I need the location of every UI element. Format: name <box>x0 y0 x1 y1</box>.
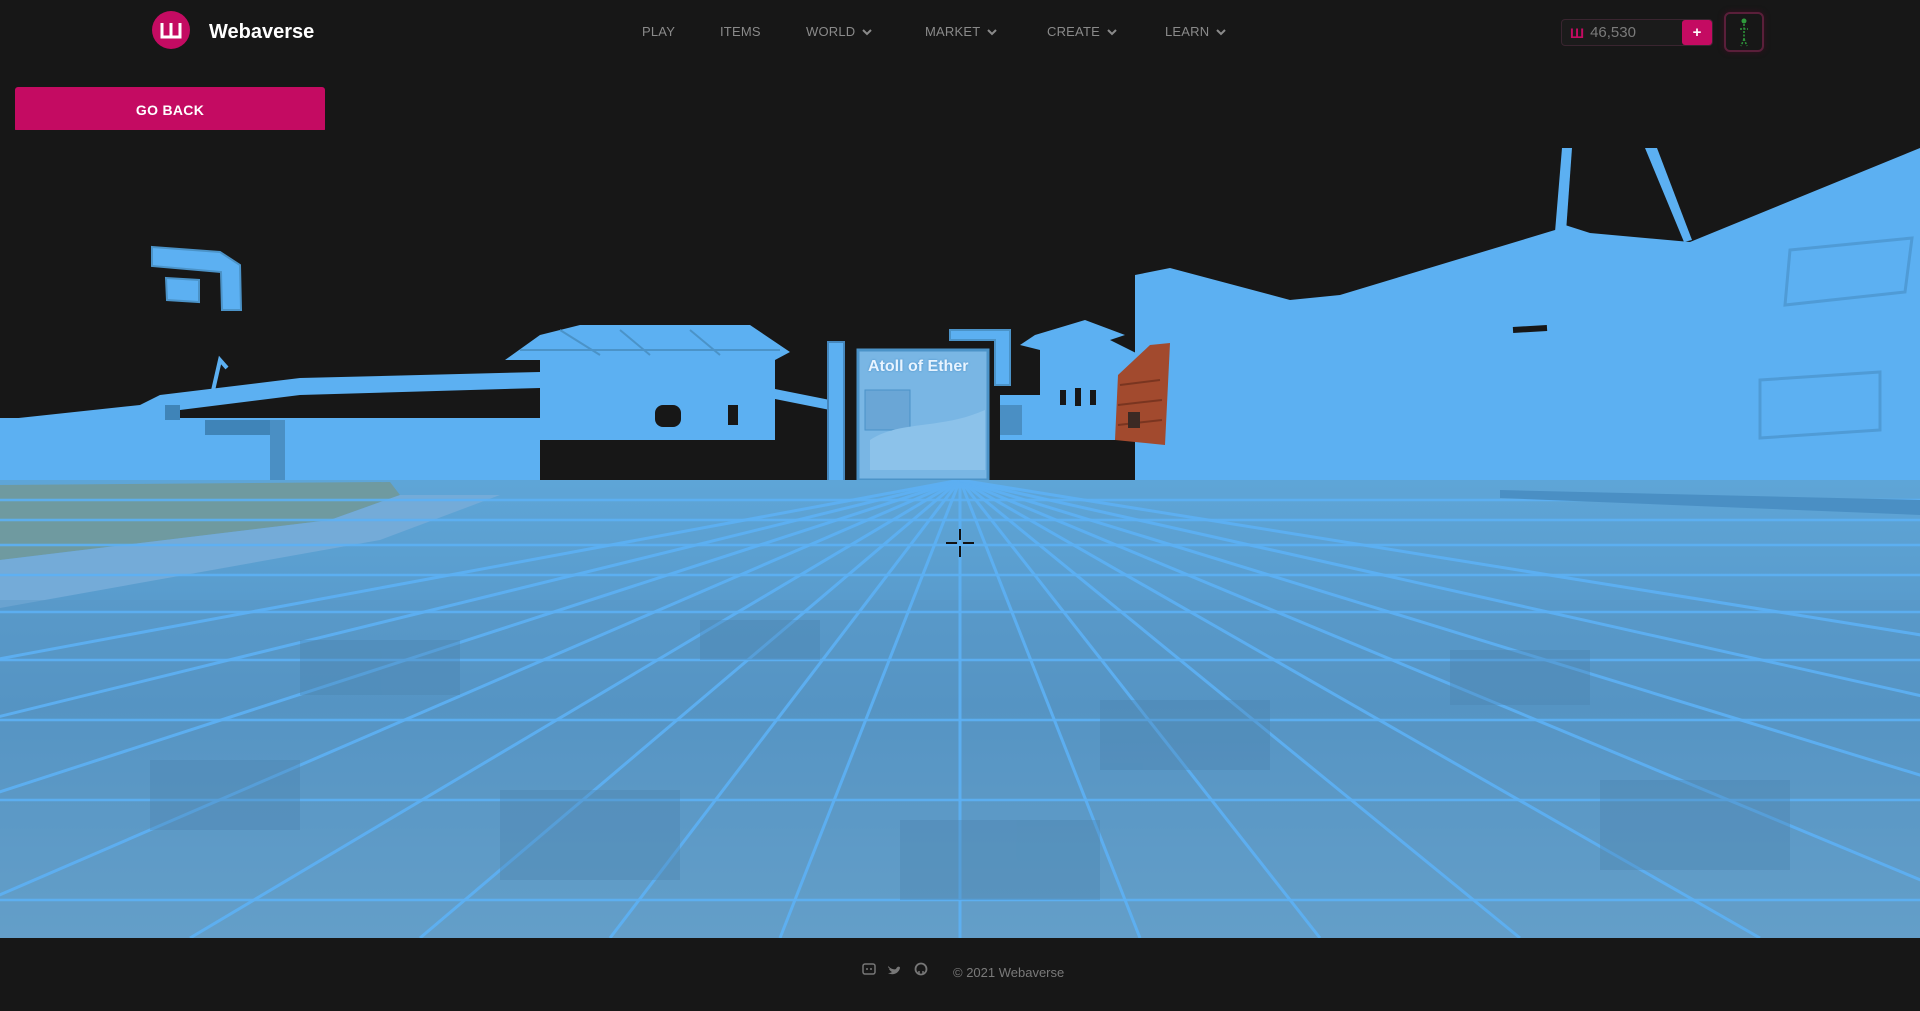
nav-items-label: ITEMS <box>720 24 761 39</box>
nav-play-label: PLAY <box>642 24 676 39</box>
balance-value: 46,530 <box>1590 24 1636 41</box>
chevron-down-icon <box>1107 28 1117 35</box>
chevron-down-icon <box>1216 28 1227 35</box>
nav-world-label: WORLD <box>806 24 856 39</box>
brand-name[interactable]: Webaverse <box>209 21 314 44</box>
scene-viewport[interactable]: Atoll of Ether <box>0 130 1920 938</box>
currency-symbol: Ш <box>1570 24 1585 41</box>
nav-learn[interactable]: LEARN <box>1165 24 1227 39</box>
user-avatar-icon[interactable] <box>1724 12 1764 52</box>
nav-learn-label: LEARN <box>1165 24 1210 39</box>
chevron-down-icon <box>862 28 873 35</box>
webaverse-logo-icon[interactable] <box>152 11 190 49</box>
chevron-down-icon <box>987 28 998 35</box>
twitter-icon[interactable] <box>887 963 901 977</box>
nav-market[interactable]: MARKET <box>925 24 998 39</box>
nav-items[interactable]: ITEMS <box>720 24 761 39</box>
go-back-button[interactable]: GO BACK <box>15 87 325 132</box>
nav-create[interactable]: CREATE <box>1047 24 1118 39</box>
app-root: Webaverse PLAY ITEMS WORLD MARKET CREATE… <box>0 0 1920 1011</box>
nav-create-label: CREATE <box>1047 24 1100 39</box>
nav-world[interactable]: WORLD <box>806 24 873 39</box>
sign-title: Atoll of Ether <box>868 358 969 375</box>
github-icon[interactable] <box>914 962 928 976</box>
nav-market-label: MARKET <box>925 24 981 39</box>
discord-icon[interactable] <box>862 962 876 976</box>
nav-play[interactable]: PLAY <box>642 24 675 39</box>
copyright-text: © 2021 Webaverse <box>953 965 1065 980</box>
top-navbar: Webaverse PLAY ITEMS WORLD MARKET CREATE… <box>0 0 1920 64</box>
crosshair-icon <box>946 529 974 557</box>
add-funds-button[interactable]: + <box>1682 20 1712 45</box>
